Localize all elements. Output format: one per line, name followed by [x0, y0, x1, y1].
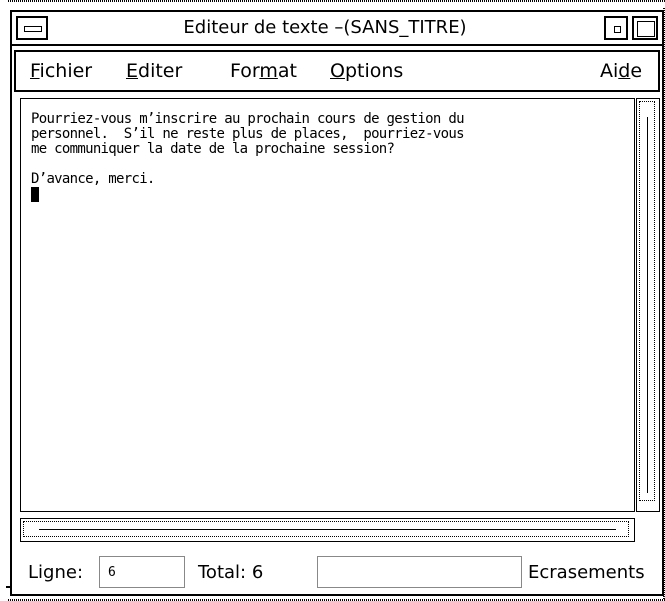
menu-format[interactable]: Format	[230, 58, 297, 84]
menu-aide[interactable]: Aide	[600, 58, 642, 84]
document-text: Pourriez-vous m’inscrire au prochain cou…	[31, 111, 465, 187]
menu-mnemonic: m	[259, 60, 278, 82]
menu-mnemonic: O	[330, 60, 345, 82]
menu-mnemonic: d	[618, 60, 631, 82]
menu-label-part: at	[277, 60, 297, 82]
horizontal-scrollbar[interactable]	[20, 518, 635, 542]
menu-label-part: diter	[138, 60, 183, 82]
menu-label-part: For	[230, 60, 260, 82]
text-area[interactable]: Pourriez-vous m’inscrire au prochain cou…	[20, 98, 635, 512]
menu-fichier[interactable]: Fichier	[30, 58, 92, 84]
maximize-icon[interactable]	[632, 16, 658, 40]
vertical-scroll-thumb[interactable]	[639, 101, 655, 501]
status-footer: Ligne: 6 Total: 6 Ecrasements	[12, 548, 662, 594]
document-body: Pourriez-vous m’inscrire au prochain cou…	[31, 112, 630, 202]
window-title: Editeur de texte –(SANS_TITRE)	[183, 17, 467, 38]
menu-editer[interactable]: Editer	[126, 58, 182, 84]
overwrite-status-field	[317, 556, 522, 588]
horizontal-scroll-thumb[interactable]	[23, 521, 629, 537]
title-bar[interactable]: Editeur de texte –(SANS_TITRE)	[12, 12, 662, 46]
line-number-field[interactable]: 6	[99, 556, 185, 588]
line-label: Ligne:	[28, 562, 84, 583]
menu-label-part: Ai	[600, 60, 619, 82]
text-cursor	[31, 187, 39, 202]
menu-mnemonic: E	[126, 60, 139, 82]
menu-bar: Fichier Editer Format Options Aide	[14, 50, 660, 92]
insert-mode-label: Ecrasements	[528, 562, 645, 583]
menu-options[interactable]: Options	[330, 58, 403, 84]
text-editor-window: Editeur de texte –(SANS_TITRE) Fichier E…	[10, 10, 664, 596]
window-frame-top	[8, 0, 665, 2]
total-lines-label: Total: 6	[198, 562, 264, 583]
vertical-scrollbar[interactable]	[636, 98, 660, 512]
menu-mnemonic: F	[30, 60, 40, 82]
menu-label-part: ichier	[39, 60, 93, 82]
menu-label-part: e	[630, 60, 643, 82]
minimize-icon[interactable]	[604, 16, 628, 40]
window-menu-icon[interactable]	[16, 16, 48, 40]
menu-label-part: ptions	[344, 60, 404, 82]
